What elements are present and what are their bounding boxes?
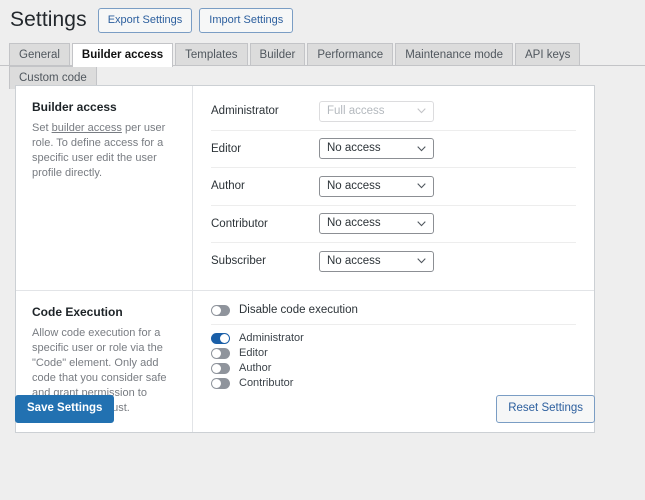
toggle-author[interactable] bbox=[211, 362, 230, 374]
toggle-row-contributor: Contributor bbox=[211, 376, 576, 391]
chevron-down-icon bbox=[417, 102, 426, 121]
chevron-down-icon bbox=[417, 177, 426, 196]
builder-access-roles: Administrator Full access Editor No acce… bbox=[193, 86, 594, 290]
settings-footer: Save Settings Reset Settings bbox=[15, 395, 595, 423]
access-select-administrator-value: Full access bbox=[327, 104, 385, 117]
settings-tabs: General Builder access Templates Builder Per… bbox=[0, 43, 645, 89]
access-select-subscriber[interactable]: No access bbox=[319, 250, 434, 272]
access-select-author[interactable]: No access bbox=[319, 175, 434, 197]
toggle-knob bbox=[212, 348, 221, 358]
access-select-author-value: No access bbox=[327, 179, 381, 192]
role-label-administrator: Administrator bbox=[211, 105, 279, 118]
toggle-knob bbox=[212, 378, 221, 388]
toggle-label-editor: Editor bbox=[239, 346, 268, 359]
role-label-subscriber: Subscriber bbox=[211, 255, 266, 268]
builder-access-description: Set builder access per user role. To def… bbox=[32, 121, 176, 181]
builder-access-title: Builder access bbox=[32, 100, 117, 114]
tab-maintenance-mode[interactable]: Maintenance mode bbox=[395, 43, 513, 66]
chevron-down-icon bbox=[417, 139, 426, 158]
tab-builder[interactable]: Builder bbox=[249, 43, 306, 66]
role-label-editor: Editor bbox=[211, 142, 242, 155]
tab-general[interactable]: General bbox=[9, 43, 70, 66]
import-settings-button[interactable]: Import Settings bbox=[199, 7, 294, 33]
role-label-contributor: Contributor bbox=[211, 217, 268, 230]
toggle-editor[interactable] bbox=[211, 347, 230, 359]
toggle-label-administrator: Administrator bbox=[239, 331, 304, 344]
toggle-row-author: Author bbox=[211, 361, 576, 376]
toggle-disable-code-execution[interactable] bbox=[211, 304, 230, 316]
reset-settings-button[interactable]: Reset Settings bbox=[496, 395, 595, 423]
description-text-before: Set bbox=[32, 122, 52, 134]
toggle-label-contributor: Contributor bbox=[239, 376, 294, 389]
page-title: Settings bbox=[10, 8, 87, 31]
toggle-administrator[interactable] bbox=[211, 332, 230, 344]
access-select-editor-value: No access bbox=[327, 142, 381, 155]
access-select-contributor[interactable]: No access bbox=[319, 213, 434, 235]
role-row-contributor: Contributor No access bbox=[211, 206, 576, 243]
toggle-knob bbox=[220, 333, 229, 343]
code-execution-title: Code Execution bbox=[32, 304, 123, 319]
access-select-editor[interactable]: No access bbox=[319, 138, 434, 160]
code-execution-role-toggles: Administrator Editor Author Contributor bbox=[211, 325, 576, 391]
save-settings-button[interactable]: Save Settings bbox=[15, 395, 115, 423]
role-row-administrator: Administrator Full access bbox=[211, 93, 576, 131]
section-builder-access: Builder access Set builder access per us… bbox=[16, 86, 594, 290]
builder-access-info: Builder access Set builder access per us… bbox=[16, 86, 193, 290]
toggle-label-author: Author bbox=[239, 361, 272, 374]
role-row-author: Author No access bbox=[211, 168, 576, 206]
role-row-subscriber: Subscriber No access bbox=[211, 243, 576, 280]
toggle-knob bbox=[212, 305, 221, 315]
tab-api-keys[interactable]: API keys bbox=[515, 43, 581, 66]
toggle-row-editor: Editor bbox=[211, 346, 576, 361]
role-label-author: Author bbox=[211, 180, 245, 193]
chevron-down-icon bbox=[417, 214, 426, 233]
access-select-contributor-value: No access bbox=[327, 217, 381, 230]
toggle-knob bbox=[212, 363, 221, 373]
tab-templates[interactable]: Templates bbox=[175, 43, 248, 66]
toggle-contributor[interactable] bbox=[211, 377, 230, 389]
tab-performance[interactable]: Performance bbox=[307, 43, 394, 66]
page-header: Settings Export Settings Import Settings bbox=[0, 0, 645, 34]
toggle-row-disable-code-execution: Disable code execution bbox=[211, 298, 576, 325]
toggle-row-administrator: Administrator bbox=[211, 331, 576, 346]
export-settings-button[interactable]: Export Settings bbox=[97, 7, 193, 33]
toggle-label-disable-code-execution: Disable code execution bbox=[239, 303, 358, 316]
tab-builder-access[interactable]: Builder access bbox=[71, 43, 174, 67]
chevron-down-icon bbox=[417, 252, 426, 271]
role-row-editor: Editor No access bbox=[211, 131, 576, 168]
access-select-administrator: Full access bbox=[319, 100, 434, 122]
settings-card: Builder access Set builder access per us… bbox=[15, 85, 595, 433]
access-select-subscriber-value: No access bbox=[327, 254, 381, 267]
builder-access-link[interactable]: builder access bbox=[52, 122, 122, 134]
